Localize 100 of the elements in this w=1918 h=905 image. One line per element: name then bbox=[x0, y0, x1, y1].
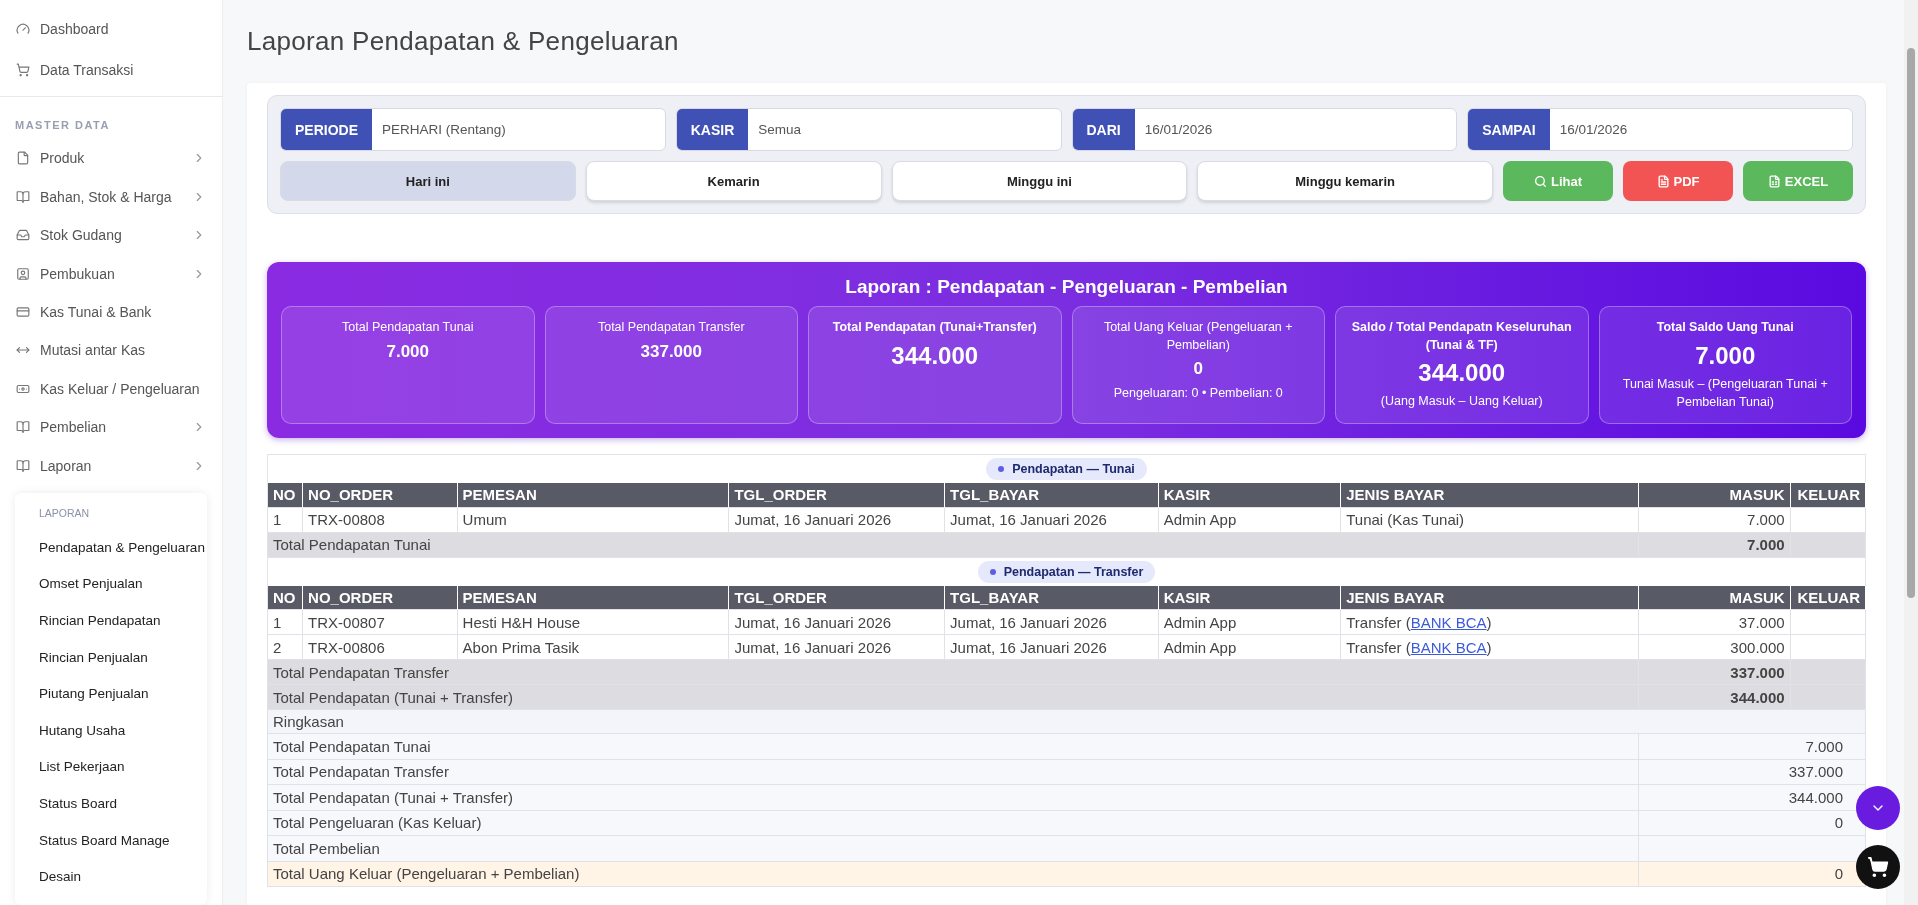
column-header: KELUAR bbox=[1790, 585, 1866, 610]
summary-label: Total Uang Keluar (Pengeluaran + Pembelian) bbox=[267, 861, 1639, 887]
stat-note: Tunai Masuk – (Pengeluaran Tunai + Pembelian Tunai) bbox=[1621, 375, 1829, 411]
table-cell: Jumat, 16 Januari 2026 bbox=[944, 609, 1159, 635]
range-button[interactable]: Minggu ini bbox=[891, 161, 1188, 201]
summary-title: Ringkasan bbox=[267, 709, 1866, 734]
nav-item[interactable]: Pembukuan bbox=[0, 254, 222, 293]
cart-icon bbox=[1867, 856, 1889, 878]
nav-item[interactable]: Kas Tunai & Bank bbox=[0, 292, 222, 332]
table-cell: 1 bbox=[267, 609, 303, 635]
stat-value: 344.000 bbox=[891, 341, 979, 370]
table-cell: 300.000 bbox=[1638, 634, 1791, 660]
book-icon bbox=[16, 189, 30, 204]
submenu-item[interactable]: Omset Penjualan bbox=[15, 565, 207, 603]
stat-note: (Uang Masuk – Uang Keluar) bbox=[1380, 393, 1543, 410]
column-header: KELUAR bbox=[1790, 483, 1866, 507]
nav-item[interactable]: Dashboard bbox=[0, 8, 222, 49]
range-button[interactable]: Minggu kemarin bbox=[1197, 161, 1493, 201]
submenu-item[interactable]: Piutang Penjualan bbox=[15, 675, 207, 713]
summary-value: 7.000 bbox=[1805, 737, 1843, 755]
gauge-icon bbox=[16, 21, 30, 36]
submenu-item[interactable]: Status Board Manage bbox=[15, 821, 207, 859]
table-cell: Abon Prima Tasik bbox=[457, 634, 729, 660]
total-value: 344.000 bbox=[1638, 684, 1791, 710]
column-header: NO bbox=[267, 585, 303, 610]
stat-label: Total Pendapatan Tunai bbox=[342, 319, 474, 336]
summary-value: 344.000 bbox=[1788, 788, 1843, 806]
contact-icon bbox=[16, 266, 30, 281]
table-cell: 2 bbox=[267, 634, 303, 660]
nav-item[interactable]: Stok Gudang bbox=[0, 215, 222, 255]
column-header: NO bbox=[267, 483, 303, 507]
cart-icon bbox=[16, 62, 30, 77]
column-header: PEMESAN bbox=[457, 585, 729, 610]
table-cell: 7.000 bbox=[1638, 507, 1791, 532]
column-header: TGL_ORDER bbox=[728, 483, 945, 507]
stat-label: Total Pendapatan Transfer bbox=[597, 319, 745, 336]
total-label: Total Pendapatan (Tunai + Transfer) bbox=[267, 684, 1639, 710]
submenu-title: LAPORAN bbox=[38, 506, 91, 522]
bank-link[interactable]: BANK BCA bbox=[1410, 613, 1487, 631]
total-value: 337.000 bbox=[1638, 659, 1791, 685]
submenu-item[interactable]: Hutang Usaha bbox=[15, 712, 207, 749]
search-icon bbox=[1533, 174, 1547, 188]
column-header: TGL_ORDER bbox=[728, 585, 945, 610]
column-header: KASIR bbox=[1158, 483, 1341, 507]
table-cell: Admin App bbox=[1158, 634, 1341, 660]
submenu-item[interactable]: Pendapatan & Pengeluaran bbox=[15, 529, 207, 566]
table-cell: Umum bbox=[457, 507, 729, 532]
summary-label: Total Pengeluaran (Kas Keluar) bbox=[267, 810, 1639, 836]
submenu-item[interactable]: Rincian Penjualan bbox=[15, 638, 207, 676]
submenu-item[interactable]: List Pekerjaan bbox=[15, 748, 207, 786]
total-label: Total Pendapatan Transfer bbox=[267, 659, 1639, 685]
credit-card-icon bbox=[16, 305, 30, 320]
filter-field[interactable]: PERIODE PERHARI (Rentang) bbox=[280, 108, 666, 151]
stat-value: 0 bbox=[1193, 359, 1203, 379]
column-header: KASIR bbox=[1158, 585, 1341, 610]
table-cell: Jumat, 16 Januari 2026 bbox=[728, 609, 945, 635]
column-header: JENIS BAYAR bbox=[1340, 483, 1639, 507]
nav-item[interactable]: Mutasi antar Kas bbox=[0, 331, 222, 370]
nav-item[interactable]: Pembelian bbox=[0, 408, 222, 447]
inbox-icon bbox=[16, 228, 30, 243]
section-title: MASTER DATA bbox=[14, 118, 111, 133]
table-cell: Admin App bbox=[1158, 507, 1341, 532]
summary-value: 0 bbox=[1834, 814, 1843, 832]
page-title: Laporan Pendapatan & Pengeluaran bbox=[247, 26, 680, 57]
column-header: TGL_BAYAR bbox=[944, 483, 1159, 507]
column-header: JENIS BAYAR bbox=[1340, 585, 1639, 610]
table-cell: Transfer (BANK BCA) bbox=[1340, 634, 1639, 660]
submenu-item[interactable]: Status Board bbox=[15, 785, 207, 822]
table-cell: Jumat, 16 Januari 2026 bbox=[728, 634, 945, 660]
filter-field[interactable]: DARI 16/01/2026 bbox=[1071, 108, 1458, 151]
nav-item[interactable]: Produk bbox=[0, 139, 222, 178]
table-cell: TRX-00808 bbox=[302, 507, 458, 532]
summary-label: Total Pendapatan Tunai bbox=[267, 733, 1639, 759]
nav-item[interactable]: Kas Keluar / Pengeluaran bbox=[0, 369, 222, 409]
section-pill: Pendapatan — Transfer bbox=[977, 560, 1156, 583]
nav-item[interactable]: Laporan bbox=[0, 446, 222, 486]
filter-field[interactable]: KASIR Semua bbox=[675, 108, 1062, 151]
table-cell: Admin App bbox=[1158, 609, 1341, 635]
table-cell: 37.000 bbox=[1638, 609, 1791, 635]
section-pill: Pendapatan — Tunai bbox=[986, 458, 1147, 480]
nav-item[interactable]: Bahan, Stok & Harga bbox=[0, 177, 222, 216]
bank-link[interactable]: BANK BCA bbox=[1410, 638, 1487, 656]
book-icon bbox=[16, 420, 30, 435]
range-button[interactable]: Kemarin bbox=[585, 161, 882, 201]
summary-label: Total Pendapatan (Tunai + Transfer) bbox=[267, 784, 1639, 810]
submenu-item[interactable]: Rincian Pendapatan bbox=[15, 602, 207, 639]
table-cell: 1 bbox=[267, 507, 303, 532]
summary-label: Total Pembelian bbox=[267, 835, 1639, 861]
table-cell: Jumat, 16 Januari 2026 bbox=[944, 634, 1159, 660]
stat-label: Saldo / Total Pendapatn Keseluruhan (Tunai & TF) bbox=[1350, 319, 1573, 354]
filter-field[interactable]: SAMPAI 16/01/2026 bbox=[1467, 108, 1853, 151]
nav-item[interactable]: Data Transaksi bbox=[0, 49, 222, 90]
table-cell: TRX-00807 bbox=[302, 609, 458, 635]
column-header: MASUK bbox=[1638, 585, 1791, 610]
table-cell: TRX-00806 bbox=[302, 634, 458, 660]
stat-label: Total Uang Keluar (Pengeluaran + Pembelian) bbox=[1102, 319, 1294, 354]
range-button[interactable]: Hari ini bbox=[280, 161, 576, 201]
table-cell: Tunai (Kas Tunai) bbox=[1340, 507, 1639, 532]
submenu-item[interactable]: Desain bbox=[15, 858, 207, 895]
book-icon bbox=[16, 458, 30, 473]
